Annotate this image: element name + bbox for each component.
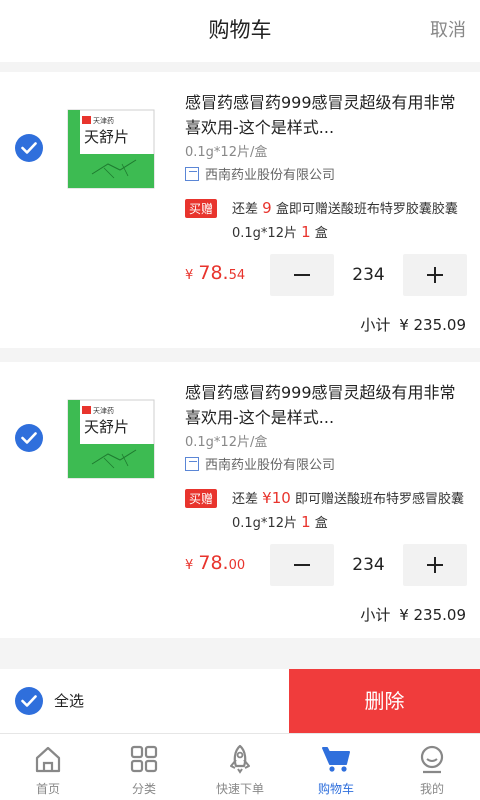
subtotal-label: 小计 [360,606,391,624]
item-checkbox[interactable] [15,134,43,162]
item-subtotal: 小计 ¥ 235.09 [356,314,466,335]
tab-label: 我的 [419,782,444,796]
cart-item: 天津药 天舒片 感冒药感冒药999感冒灵超级有用非常喜欢用-这个是样式... 0… [0,72,480,348]
promo-prefix: 还差 [232,202,259,217]
cart-action-bar: 全选 删除 [0,669,480,733]
home-icon [35,746,61,773]
price-integer: 78. [198,262,229,284]
promo-text: 还差 ¥10 即可赠送酸班布特罗感冒胶囊 0.1g*12片 1 盒 [232,487,472,535]
increase-quantity-button[interactable] [403,544,467,586]
promo-gift: 盒即可赠送酸班布特罗胶囊胶囊 [275,202,458,217]
grid-icon [130,745,158,773]
promo-prefix: 还差 [232,492,259,507]
checkmark-icon [21,695,37,707]
checkmark-icon [21,432,37,444]
manufacturer: 西南药业股份有限公司 [185,164,335,183]
select-all-checkbox[interactable] [15,687,43,715]
profile-icon [420,745,444,774]
manufacturer-name: 西南药业股份有限公司 [205,458,336,473]
rocket-icon [230,744,250,774]
product-image[interactable]: 天津药 天舒片 [62,108,160,192]
promo-count: 1 [301,223,311,241]
promo-badge: 买赠 [185,489,218,508]
tab-quick-order[interactable]: 快速下单 [192,734,288,800]
cart-item: 天津药 天舒片 感冒药感冒药999感冒灵超级有用非常喜欢用-这个是样式... 0… [0,362,480,638]
price-integer: 78. [198,552,229,574]
item-price: ¥ 78.54 [185,262,245,284]
subtotal-value: ¥ 235.09 [399,316,466,334]
price-currency: ¥ [185,558,194,573]
product-name[interactable]: 感冒药感冒药999感冒灵超级有用非常喜欢用-这个是样式... [185,90,470,140]
factory-icon [185,166,199,181]
decrease-quantity-button[interactable] [270,544,334,586]
product-image[interactable]: 天津药 天舒片 [62,398,160,482]
promo-unit: 盒 [314,516,328,531]
item-subtotal: 小计 ¥ 235.09 [356,604,466,625]
promo-badge: 买赠 [185,199,218,218]
tab-home[interactable]: 首页 [0,734,96,800]
cart-icon [322,747,350,772]
tab-profile[interactable]: 我的 [384,734,480,800]
box-logo-text: 天津药 [93,116,114,125]
promo-text: 还差 9 盒即可赠送酸班布特罗胶囊胶囊 0.1g*12片 1 盒 [232,197,472,245]
manufacturer-name: 西南药业股份有限公司 [205,168,336,183]
increase-quantity-button[interactable] [403,254,467,296]
box-brand-text: 天舒片 [84,418,129,436]
price-currency: ¥ [185,268,194,283]
manufacturer: 西南药业股份有限公司 [185,454,335,473]
box-logo-text: 天津药 [93,406,114,415]
checkmark-icon [21,142,37,154]
box-brand-text: 天舒片 [84,128,129,146]
price-decimal: 54 [228,268,246,283]
item-checkbox[interactable] [15,424,43,452]
product-spec: 0.1g*12片/盒 [185,145,268,160]
promo-count: 1 [301,513,311,531]
tab-cart[interactable]: 购物车 [288,734,384,800]
subtotal-label: 小计 [360,316,391,334]
tab-category[interactable]: 分类 [96,734,192,800]
promo-amount: ¥10 [262,489,291,507]
quantity-input[interactable]: 234 [334,544,403,586]
promo-spec: 0.1g*12片 [232,226,297,241]
promo-unit: 盒 [314,226,328,241]
promo-gift: 即可赠送酸班布特罗感冒胶囊 [294,492,464,507]
price-decimal: 00 [228,558,246,573]
product-name[interactable]: 感冒药感冒药999感冒灵超级有用非常喜欢用-这个是样式... [185,380,470,430]
promo-amount: 9 [262,199,272,217]
factory-icon [185,456,199,471]
item-price: ¥ 78.00 [185,552,245,574]
product-spec: 0.1g*12片/盒 [185,435,268,450]
bottom-tab-bar: 首页 分类 快速下单 购物车 我的 [0,733,480,800]
quantity-input[interactable]: 234 [334,254,403,296]
select-all-label[interactable]: 全选 [54,690,84,711]
decrease-quantity-button[interactable] [270,254,334,296]
subtotal-value: ¥ 235.09 [399,606,466,624]
tab-label: 首页 [35,782,60,796]
promo-spec: 0.1g*12片 [232,516,297,531]
top-bar: 购物车 取消 [0,0,480,62]
tab-label: 分类 [131,782,156,796]
cancel-button[interactable]: 取消 [430,16,466,42]
tab-label: 快速下单 [215,782,264,796]
tab-label: 购物车 [317,782,354,796]
page-title: 购物车 [208,18,272,42]
delete-button[interactable]: 删除 [289,669,480,733]
